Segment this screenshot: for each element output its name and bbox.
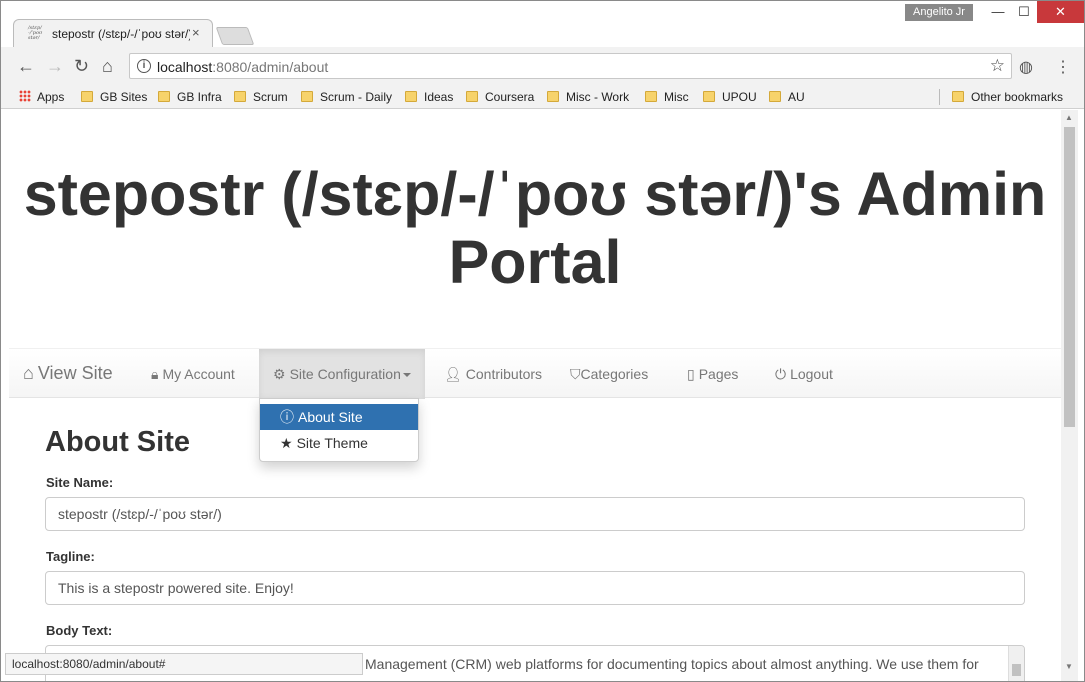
- caret-down-icon: [402, 373, 411, 377]
- folder-icon: [158, 91, 170, 102]
- browser-window: /stɛp/ -/ˈpoʊ stər/ stepostr (/stɛp/-/ˈp…: [0, 0, 1085, 682]
- tab-close-icon[interactable]: ×: [192, 25, 200, 40]
- page-title: stepostr (/stɛp/-/ˈpoʊ stər/)'s Admin Po…: [23, 160, 1047, 296]
- dropdown-site-theme[interactable]: ★ Site Theme: [260, 430, 418, 456]
- address-url: localhost:8080/admin/about: [157, 59, 329, 75]
- folder-icon: [405, 91, 417, 102]
- folder-icon: [547, 91, 559, 102]
- address-bar[interactable]: i localhost:8080/admin/about ☆: [129, 53, 1012, 79]
- dropdown-about-site[interactable]: ⓘ About Site: [260, 404, 418, 430]
- status-bar-url: localhost:8080/admin/about#: [5, 653, 363, 675]
- bookmarks-divider: [939, 89, 940, 105]
- user-icon: 👤︎: [444, 366, 462, 382]
- reload-icon[interactable]: ↻: [74, 57, 89, 75]
- nav-categories[interactable]: ⛉Categories: [570, 349, 648, 399]
- nav-pages[interactable]: ▯ Pages: [687, 349, 738, 399]
- folder-icon: [81, 91, 93, 102]
- star-icon: ★: [280, 435, 293, 451]
- site-name-label: Site Name:: [46, 475, 114, 490]
- admin-navbar: ⌂ View Site 🔒︎ My Account ⚙ Site Configurat…: [9, 348, 1061, 399]
- profile-name-badge[interactable]: Angelito Jr: [905, 4, 973, 21]
- bookmark-folder[interactable]: Scrum - Daily: [301, 88, 392, 106]
- page-scrollbar[interactable]: ▲ ▼: [1061, 110, 1078, 681]
- folder-icon: [952, 91, 964, 102]
- bookmark-folder[interactable]: Scrum: [234, 88, 288, 106]
- bookmark-folder[interactable]: AU: [769, 88, 805, 106]
- nav-my-account[interactable]: 🔒︎ My Account: [151, 349, 235, 399]
- tagline-label: Tagline:: [46, 549, 95, 564]
- browser-toolbar: ← → ↻ ⌂ i localhost:8080/admin/about ☆ ◍…: [1, 47, 1084, 85]
- nav-site-configuration[interactable]: ⚙ Site Configuration: [259, 349, 425, 399]
- view-site-link[interactable]: ⌂ View Site: [23, 363, 113, 384]
- new-tab-button[interactable]: [215, 27, 255, 45]
- bookmarks-bar: Apps GB Sites GB Infra Scrum Scrum - Dai…: [1, 85, 1084, 109]
- nav-contributors[interactable]: 👤︎ Contributors: [444, 349, 542, 399]
- bookmark-apps[interactable]: Apps: [19, 88, 64, 106]
- title-bar: /stɛp/ -/ˈpoʊ stər/ stepostr (/stɛp/-/ˈp…: [1, 1, 1084, 47]
- bookmark-star-icon[interactable]: ☆: [990, 56, 1005, 76]
- lock-icon: 🔒︎: [151, 366, 159, 382]
- bookmark-folder[interactable]: Coursera: [466, 88, 534, 106]
- menu-kebab-icon[interactable]: ⋮: [1055, 57, 1071, 77]
- bookmark-folder[interactable]: GB Sites: [81, 88, 147, 106]
- browser-tab[interactable]: /stɛp/ -/ˈpoʊ stər/ stepostr (/stɛp/-/ˈp…: [13, 19, 213, 47]
- back-arrow-icon[interactable]: ←: [17, 57, 35, 75]
- apps-grid-icon: [19, 90, 31, 102]
- close-window-button[interactable]: ✕: [1037, 1, 1084, 23]
- scroll-down-arrow-icon[interactable]: ▼: [1065, 662, 1073, 671]
- home-icon: ⌂: [23, 363, 34, 383]
- folder-icon: [301, 91, 313, 102]
- other-bookmarks[interactable]: Other bookmarks: [952, 88, 1063, 106]
- page-viewport: stepostr (/stɛp/-/ˈpoʊ stər/)'s Admin Po…: [9, 110, 1061, 681]
- forward-arrow-icon[interactable]: →: [46, 57, 64, 75]
- folder-icon: [466, 91, 478, 102]
- bookmark-folder[interactable]: Ideas: [405, 88, 453, 106]
- body-text-label: Body Text:: [46, 623, 113, 638]
- info-circle-icon: ⓘ: [280, 409, 294, 425]
- content-heading: About Site: [45, 426, 190, 458]
- scroll-up-arrow-icon[interactable]: ▲: [1065, 113, 1073, 122]
- site-info-icon[interactable]: i: [137, 59, 151, 73]
- site-name-input[interactable]: stepostr (/stɛp/-/ˈpoʊ stər/): [45, 497, 1025, 531]
- folder-icon: [703, 91, 715, 102]
- home-icon[interactable]: ⌂: [102, 57, 113, 75]
- bookmark-folder[interactable]: Misc - Work: [547, 88, 629, 106]
- folder-icon: [769, 91, 781, 102]
- site-config-dropdown: ⓘ About Site ★ Site Theme: [259, 398, 419, 462]
- tab-title: stepostr (/stɛp/-/ˈpoʊ stər/)'s Admin Po…: [52, 27, 190, 41]
- file-icon: ▯: [687, 366, 695, 382]
- folder-icon: [234, 91, 246, 102]
- bookmark-folder[interactable]: GB Infra: [158, 88, 222, 106]
- power-icon: ⏻: [775, 366, 787, 382]
- body-text-visible-line: Management (CRM) web platforms for docum…: [365, 656, 979, 672]
- nav-logout[interactable]: ⏻ Logout: [775, 349, 833, 399]
- textarea-scroll-thumb[interactable]: [1012, 664, 1021, 676]
- page-scroll-thumb[interactable]: [1064, 127, 1075, 427]
- tagline-input[interactable]: This is a stepostr powered site. Enjoy!: [45, 571, 1025, 605]
- favicon-icon: /stɛp/ -/ˈpoʊ stər/: [28, 25, 43, 41]
- bookmark-folder[interactable]: UPOU: [703, 88, 757, 106]
- bookmark-folder[interactable]: Misc: [645, 88, 689, 106]
- folder-icon: [645, 91, 657, 102]
- textarea-scrollbar[interactable]: [1008, 646, 1024, 681]
- globe-extension-icon[interactable]: ◍: [1019, 57, 1033, 77]
- tags-icon: ⛉: [570, 366, 581, 382]
- gear-icon: ⚙: [273, 366, 286, 382]
